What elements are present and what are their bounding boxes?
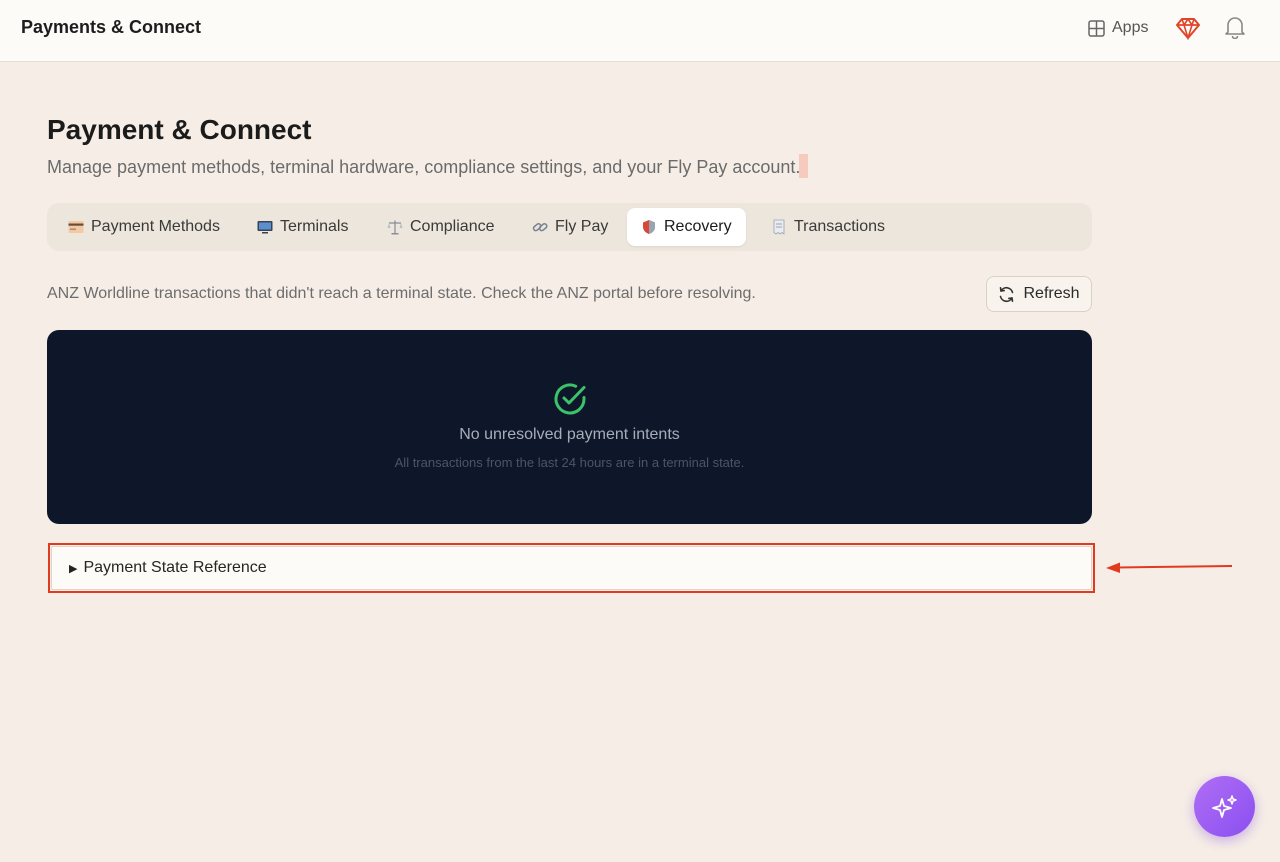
ai-assistant-button[interactable]: [1194, 776, 1255, 837]
refresh-button[interactable]: Refresh: [986, 276, 1092, 312]
empty-state-title: No unresolved payment intents: [459, 426, 680, 443]
recovery-description: ANZ Worldline transactions that didn't r…: [47, 285, 756, 302]
bell-icon[interactable]: [1224, 15, 1246, 39]
caret-right-icon: ▶: [69, 562, 78, 575]
sparkle-icon: [1211, 794, 1237, 818]
shield-icon: [643, 220, 655, 234]
empty-state-panel: No unresolved payment intents All transa…: [47, 330, 1092, 524]
gem-icon[interactable]: [1176, 16, 1200, 40]
app-title: Payments & Connect: [21, 17, 202, 37]
tab-recovery[interactable]: Recovery: [627, 208, 746, 246]
page-subtitle-text: Manage payment methods, terminal hardwar…: [47, 157, 801, 177]
tab-terminals[interactable]: Terminals: [243, 208, 362, 246]
tab-label: Compliance: [410, 218, 495, 235]
check-circle-icon: [554, 383, 586, 415]
tab-label: Payment Methods: [91, 218, 220, 235]
tab-payment-methods[interactable]: Payment Methods: [54, 208, 234, 246]
top-bar: Payments & Connect Apps: [0, 0, 1280, 62]
tab-fly-pay[interactable]: Fly Pay: [518, 208, 622, 246]
payment-state-reference-label: Payment State Reference: [83, 559, 267, 576]
refresh-icon: [1000, 286, 1014, 302]
apps-button[interactable]: Apps: [1088, 17, 1148, 39]
scales-icon: [387, 220, 403, 235]
grid-icon: [1088, 19, 1105, 37]
link-icon: [532, 222, 548, 232]
tab-label: Terminals: [280, 218, 349, 235]
tab-bar: Payment Methods Terminals Compliance Fly…: [47, 203, 1092, 251]
empty-state-subtitle: All transactions from the last 24 hours …: [394, 455, 745, 470]
tab-label: Recovery: [664, 218, 732, 235]
payment-state-reference-toggle[interactable]: ▶ Payment State Reference: [51, 546, 1092, 590]
page-subtitle: Manage payment methods, terminal hardwar…: [47, 154, 809, 178]
refresh-label: Refresh: [1023, 285, 1080, 302]
apps-label: Apps: [1112, 19, 1149, 36]
text-cursor-marker: [799, 154, 809, 178]
tab-transactions[interactable]: Transactions: [757, 208, 899, 246]
tab-compliance[interactable]: Compliance: [373, 208, 508, 246]
page-title: Payment & Connect: [47, 114, 312, 145]
monitor-icon: [257, 221, 273, 234]
card-icon: [68, 221, 84, 233]
receipt-icon: [773, 219, 785, 235]
tab-label: Transactions: [794, 218, 885, 235]
annotation-arrow-icon: [1106, 562, 1233, 573]
tab-label: Fly Pay: [555, 218, 609, 235]
